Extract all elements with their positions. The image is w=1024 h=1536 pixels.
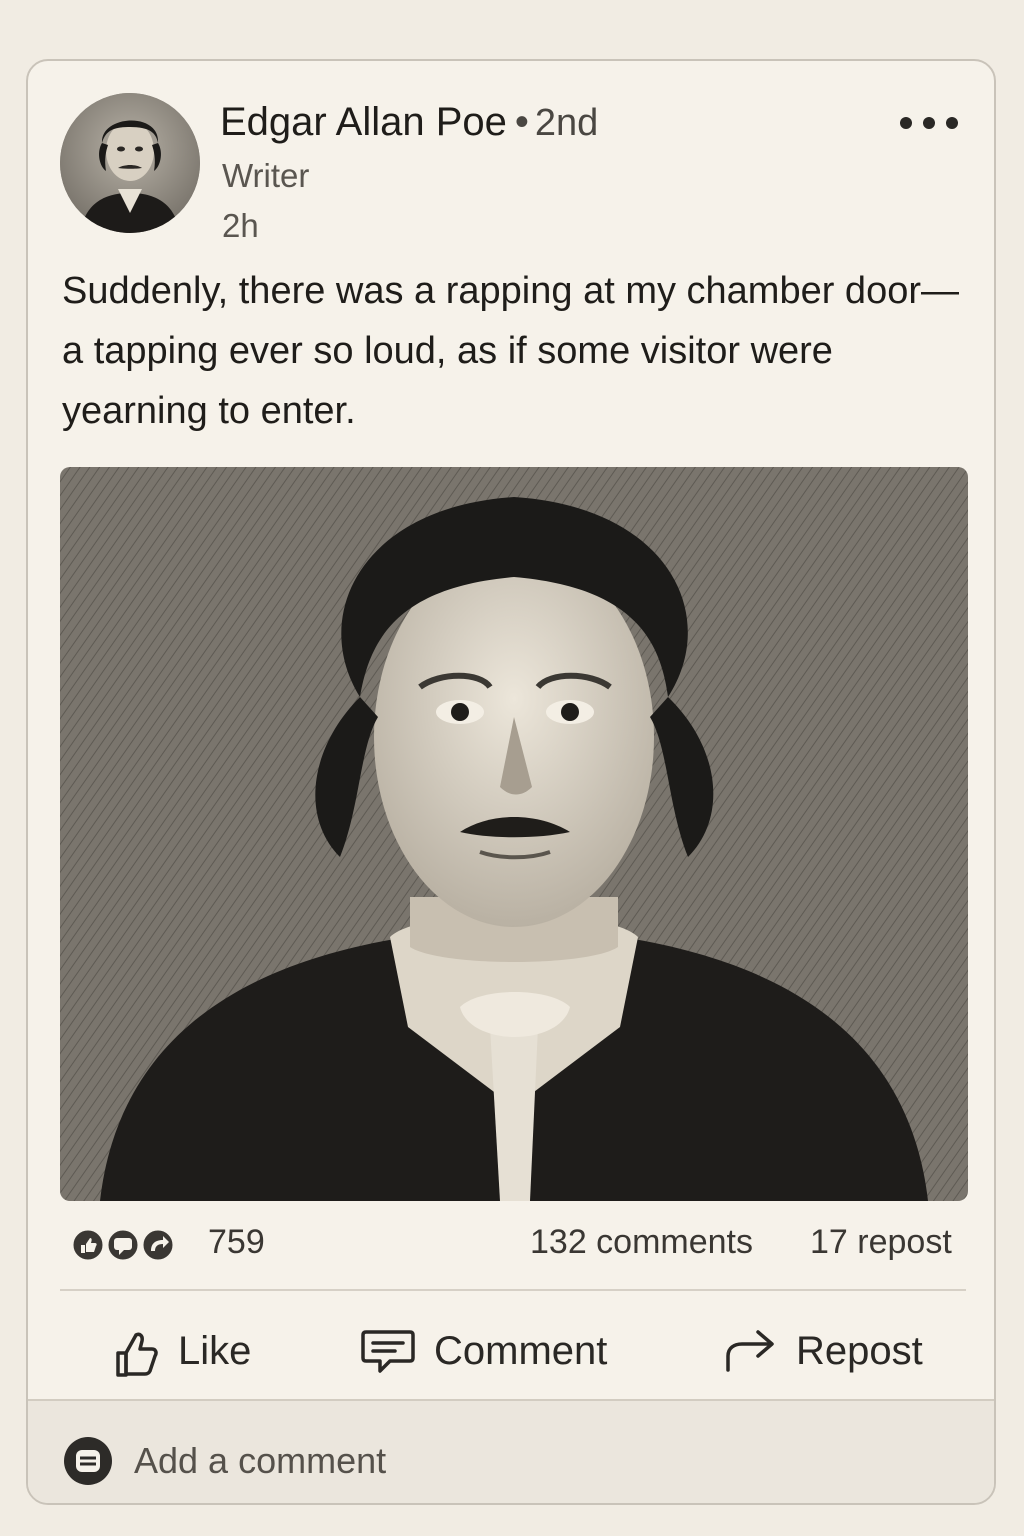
- repost-button[interactable]: Repost: [722, 1311, 923, 1391]
- more-options-icon: [900, 117, 958, 129]
- comment-icon: [361, 1330, 415, 1373]
- comment-button[interactable]: Comment: [360, 1311, 607, 1391]
- comment-reaction-icon: [105, 1227, 141, 1263]
- repost-reaction-icon: [140, 1227, 176, 1263]
- like-button[interactable]: Like: [112, 1311, 251, 1391]
- repost-arrow-icon: [726, 1330, 774, 1372]
- thumbs-up-icon: [116, 1332, 158, 1377]
- post-stats: 759 132 comments 17 repost: [60, 1219, 960, 1269]
- author-avatar[interactable]: [60, 93, 200, 233]
- portrait-avatar-icon: [60, 93, 200, 233]
- comments-count[interactable]: 132 comments: [530, 1223, 753, 1262]
- reaction-icons[interactable]: [70, 1227, 190, 1263]
- post-card: Edgar Allan Poe • 2nd Writer 2h Suddenly, …: [26, 59, 996, 1505]
- more-options-button[interactable]: [894, 105, 964, 141]
- author-line: Edgar Allan Poe • 2nd: [220, 99, 598, 146]
- repost-count[interactable]: 17 repost: [810, 1223, 952, 1262]
- repost-label: Repost: [796, 1328, 923, 1373]
- divider: [60, 1289, 966, 1291]
- post-text: Suddenly, there was a rapping at my cham…: [62, 270, 959, 432]
- author-title: Writer: [222, 157, 310, 194]
- author-separator: •: [514, 100, 529, 144]
- like-label: Like: [178, 1328, 252, 1373]
- connection-degree: 2nd: [534, 102, 599, 144]
- comment-label: Comment: [434, 1328, 608, 1373]
- author-name[interactable]: Edgar Allan Poe: [220, 100, 507, 144]
- reaction-count[interactable]: 759: [208, 1223, 265, 1262]
- action-bar: Like Comment Repost: [28, 1311, 994, 1391]
- like-reaction-icon: [70, 1227, 106, 1263]
- add-comment-input[interactable]: Add a comment: [62, 1421, 942, 1501]
- comment-bar: Add a comment: [28, 1399, 994, 1503]
- comment-placeholder: Add a comment: [134, 1440, 387, 1481]
- comment-compose-icon: [64, 1437, 112, 1485]
- post-timestamp: 2h: [222, 207, 259, 244]
- post-image[interactable]: [60, 467, 968, 1201]
- engraved-portrait-image: [60, 467, 968, 1201]
